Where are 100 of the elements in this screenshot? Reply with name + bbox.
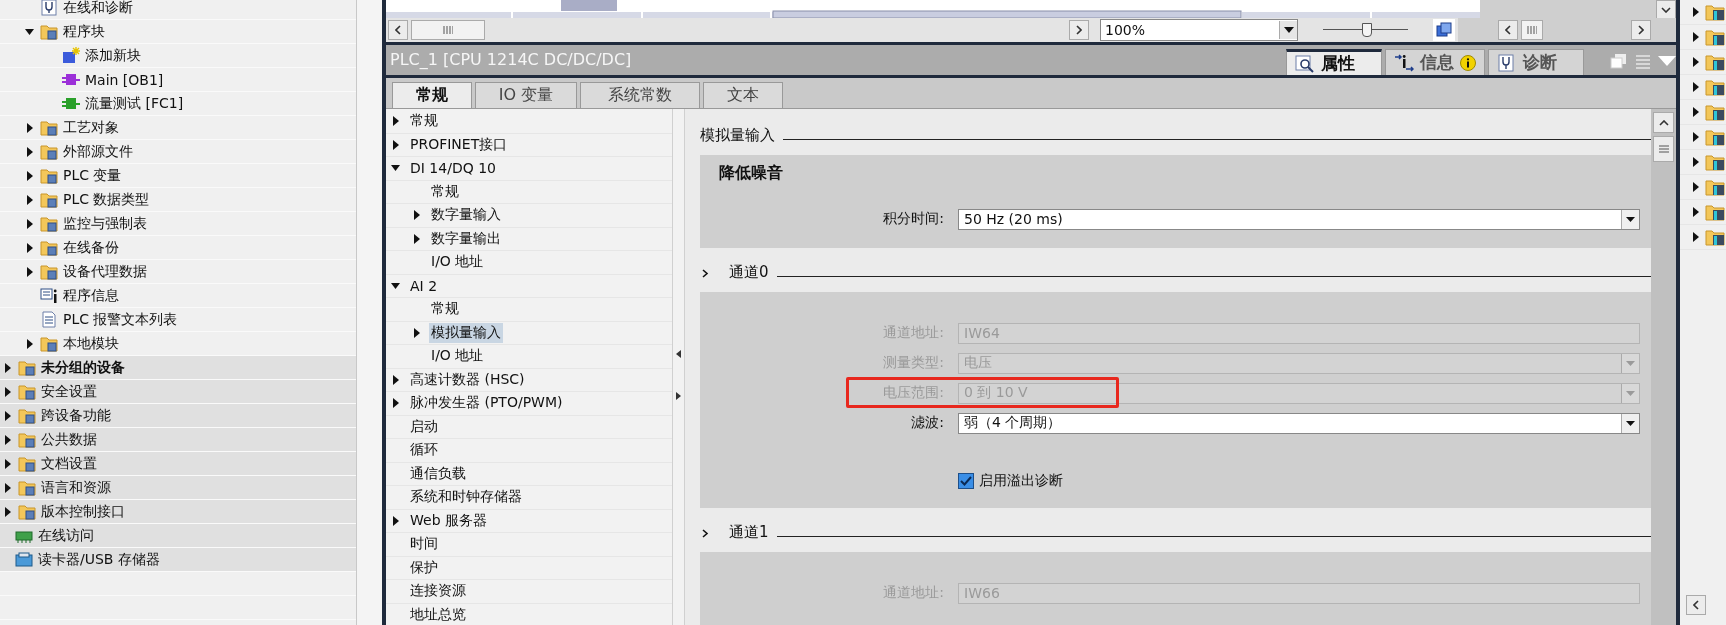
tree-row[interactable]: 安全设置 — [0, 380, 357, 404]
nav-item[interactable]: 启动 — [408, 416, 440, 437]
nav-item[interactable]: 数字量输出 — [429, 228, 503, 249]
expand-arrow-icon[interactable] — [1692, 57, 1699, 67]
tab[interactable]: IO 变量 — [475, 82, 577, 108]
expand-arrow-icon[interactable] — [412, 210, 421, 221]
expand-arrow-icon[interactable] — [1692, 182, 1699, 192]
expand-arrow-icon[interactable] — [1692, 82, 1699, 92]
tree-row[interactable]: 跨设备功能 — [0, 404, 357, 428]
scroll-thumb[interactable] — [1521, 20, 1543, 40]
nav-item[interactable]: I/O 地址 — [429, 346, 486, 367]
expand-arrow-icon[interactable] — [3, 434, 12, 445]
expand-arrow-icon[interactable] — [1692, 132, 1699, 142]
vertical-scrollbar[interactable] — [1651, 109, 1676, 625]
tree-row[interactable]: PLC 报警文本列表 — [0, 308, 357, 332]
tree-row[interactable]: 版本控制接口 — [0, 500, 357, 524]
view-tab[interactable]: 属性 — [1286, 49, 1382, 75]
expand-arrow-icon[interactable] — [1692, 207, 1699, 217]
expand-arrow-icon[interactable] — [391, 116, 400, 127]
expand-arrow-icon[interactable] — [25, 194, 34, 205]
expand-arrow-icon[interactable] — [3, 482, 12, 493]
program-info-icon — [40, 287, 58, 304]
expand-arrow-icon[interactable] — [1692, 107, 1699, 117]
expand-arrow-icon[interactable] — [412, 233, 421, 244]
tree-row[interactable]: 读卡器/USB 存储器 — [0, 548, 357, 572]
nav-item[interactable]: 系统和时钟存储器 — [408, 487, 524, 508]
dropdown-field[interactable]: 50 Hz (20 ms) — [958, 208, 1640, 230]
expand-arrow-icon[interactable] — [3, 506, 12, 517]
scroll-right-button[interactable] — [1631, 20, 1651, 40]
checkbox[interactable] — [958, 473, 974, 489]
nav-item[interactable]: 保护 — [408, 557, 440, 578]
expand-arrow-icon[interactable] — [391, 374, 400, 385]
scroll-left-button[interactable] — [1686, 595, 1706, 615]
expand-arrow-icon[interactable] — [3, 362, 12, 373]
expand-arrow-icon[interactable] — [391, 398, 400, 409]
tab[interactable]: 常规 — [392, 82, 472, 108]
expand-arrow-icon[interactable] — [25, 218, 34, 229]
scroll-right-button[interactable] — [1069, 20, 1089, 40]
zoom-slider[interactable] — [1323, 20, 1408, 40]
chevron-right-icon[interactable] — [702, 528, 709, 538]
expand-arrow-icon[interactable] — [25, 170, 34, 181]
nav-item[interactable]: PROFINET接口 — [408, 134, 510, 155]
collapse-left-icon[interactable] — [676, 350, 682, 358]
view-tab[interactable]: 诊断 — [1488, 49, 1584, 75]
nav-item[interactable]: 常规 — [408, 111, 440, 132]
tab[interactable]: 文本 — [703, 82, 783, 108]
nav-item[interactable]: DI 14/DQ 10 — [408, 159, 498, 178]
chevron-right-icon[interactable] — [702, 268, 709, 278]
nav-item[interactable]: Web 服务器 — [408, 510, 489, 531]
expand-right-icon[interactable] — [676, 392, 682, 400]
zoom-dropdown[interactable]: 100% — [1100, 19, 1298, 41]
nav-item[interactable]: 常规 — [429, 299, 461, 320]
expand-arrow-icon[interactable] — [3, 386, 12, 397]
scroll-up-button[interactable] — [1653, 112, 1674, 133]
expand-arrow-icon[interactable] — [1692, 232, 1699, 242]
expand-arrow-icon[interactable] — [1692, 157, 1699, 167]
scroll-left-button[interactable] — [388, 20, 408, 40]
nav-item[interactable]: I/O 地址 — [429, 252, 486, 273]
tree-row[interactable]: 公共数据 — [0, 428, 357, 452]
tree-row[interactable]: 在线和诊断 — [0, 0, 357, 20]
expand-arrow-icon[interactable] — [25, 122, 34, 133]
nav-item[interactable]: 模拟量输入 — [429, 322, 503, 343]
window-icon-button[interactable] — [1433, 19, 1455, 41]
nav-item[interactable]: 高速计数器 (HSC) — [408, 369, 527, 390]
expand-arrow-icon[interactable] — [25, 338, 34, 349]
nav-item[interactable]: 时间 — [408, 534, 440, 555]
expand-arrow-icon[interactable] — [391, 163, 400, 174]
view-tab[interactable]: 信息 — [1385, 49, 1485, 75]
expand-arrow-icon[interactable] — [1692, 7, 1699, 17]
expand-arrow-icon[interactable] — [391, 515, 400, 526]
expand-arrow-icon[interactable] — [391, 280, 400, 291]
expand-arrow-icon[interactable] — [3, 458, 12, 469]
tree-row[interactable]: 未分组的设备 — [0, 356, 357, 380]
expand-arrow-icon[interactable] — [412, 327, 421, 338]
dropdown-field[interactable]: 弱（4 个周期） — [958, 412, 1640, 434]
nav-item[interactable]: 连接资源 — [408, 581, 468, 602]
expand-arrow-icon[interactable] — [391, 139, 400, 150]
expand-arrow-icon[interactable] — [25, 26, 34, 37]
scroll-left-button[interactable] — [1498, 20, 1518, 40]
expand-arrow-icon[interactable] — [25, 242, 34, 253]
nav-item[interactable]: AI 2 — [408, 276, 440, 295]
expand-arrow-icon[interactable] — [25, 266, 34, 277]
expand-arrow-icon[interactable] — [1692, 32, 1699, 42]
scroll-thumb[interactable] — [411, 20, 485, 40]
nav-item[interactable]: 数字量输入 — [429, 205, 503, 226]
nav-item[interactable]: 脉冲发生器 (PTO/PWM) — [408, 393, 565, 414]
tree-row[interactable]: 语言和资源 — [0, 476, 357, 500]
scroll-down-button[interactable] — [1656, 0, 1676, 20]
tree-row[interactable]: 添加新块 — [0, 44, 357, 68]
expand-arrow-icon[interactable] — [3, 410, 12, 421]
tree-row[interactable]: 文档设置 — [0, 452, 357, 476]
scroll-thumb[interactable] — [1653, 136, 1674, 162]
tab[interactable]: 系统常数 — [580, 82, 700, 108]
nav-item[interactable]: 常规 — [429, 181, 461, 202]
nav-item[interactable]: 通信负载 — [408, 463, 468, 484]
expand-arrow-icon[interactable] — [25, 146, 34, 157]
nav-item[interactable]: 循环 — [408, 440, 440, 461]
tree-row[interactable]: 在线访问 — [0, 524, 357, 548]
folder-icon — [1705, 128, 1725, 146]
nav-item[interactable]: 地址总览 — [408, 604, 468, 625]
